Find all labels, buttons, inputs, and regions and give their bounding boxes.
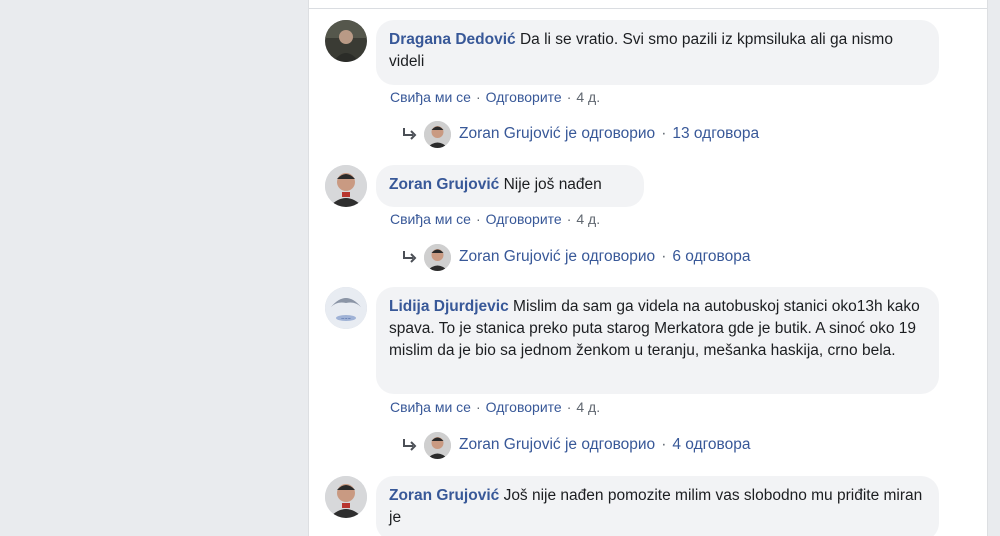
- comment-text: Nije još nađen: [503, 176, 602, 193]
- comment-actions: Свиђа ми се · Одговорите · 4 д.: [390, 89, 601, 105]
- comments-panel: Dragana Dedović Da li se vratio. Svi smo…: [308, 0, 988, 536]
- view-replies[interactable]: Zoran Grujović je одговорио · 4 одговора: [400, 431, 750, 459]
- reply-author[interactable]: Zoran Grujović: [459, 436, 561, 454]
- reply-avatar: [424, 431, 451, 459]
- reply-link[interactable]: Одговорите: [486, 211, 562, 227]
- reply-arrow-icon: [400, 436, 418, 454]
- like-link[interactable]: Свиђа ми се: [390, 399, 471, 415]
- reply-count[interactable]: 13 одговора: [672, 125, 759, 143]
- avatar-zoran[interactable]: [325, 165, 367, 207]
- comment-actions: Свиђа ми се · Одговорите · 4 д.: [390, 399, 601, 415]
- avatar-dragana[interactable]: [325, 20, 367, 62]
- avatar-lidija[interactable]: ~~~: [325, 287, 367, 329]
- comment-author[interactable]: Zoran Grujović: [389, 176, 499, 193]
- comment-author[interactable]: Zoran Grujović: [389, 487, 499, 504]
- reply-arrow-icon: [400, 125, 418, 143]
- comment-author[interactable]: Dragana Dedović: [389, 31, 516, 48]
- comment-time[interactable]: 4 д.: [576, 211, 600, 227]
- comment-bubble: Zoran Grujović Još nije nađen pomozite m…: [376, 476, 939, 536]
- comment-bubble: Zoran Grujović Nije još nađen: [376, 165, 644, 207]
- comment-bubble: Dragana Dedović Da li se vratio. Svi smo…: [376, 20, 939, 85]
- comment-actions: Свиђа ми се · Одговорите · 4 д.: [390, 211, 601, 227]
- reply-arrow-icon: [400, 248, 418, 266]
- svg-text:~~~: ~~~: [341, 316, 351, 321]
- reply-avatar: [424, 243, 451, 271]
- reply-author[interactable]: Zoran Grujović: [459, 125, 561, 143]
- view-replies[interactable]: Zoran Grujović je одговорио · 6 одговора: [400, 243, 750, 271]
- comment-time[interactable]: 4 д.: [576, 89, 600, 105]
- reply-verb: je одговорио: [564, 125, 656, 142]
- avatar-zoran[interactable]: [325, 476, 367, 518]
- reply-link[interactable]: Одговорите: [486, 399, 562, 415]
- reply-count[interactable]: 4 одговора: [672, 436, 750, 454]
- like-link[interactable]: Свиђа ми се: [390, 89, 471, 105]
- reply-count[interactable]: 6 одговора: [672, 248, 750, 266]
- reply-avatar: [424, 120, 451, 148]
- comment-bubble: Lidija Djurdjevic Mislim da sam ga videl…: [376, 287, 939, 394]
- comment-author[interactable]: Lidija Djurdjevic: [389, 298, 509, 315]
- reply-verb: je одговорио: [564, 436, 656, 453]
- reply-author[interactable]: Zoran Grujović: [459, 248, 561, 266]
- like-link[interactable]: Свиђа ми се: [390, 211, 471, 227]
- reply-link[interactable]: Одговорите: [486, 89, 562, 105]
- comment-time[interactable]: 4 д.: [576, 399, 600, 415]
- divider: [309, 8, 987, 9]
- view-replies[interactable]: Zoran Grujović je одговорио · 13 одговора: [400, 120, 759, 148]
- reply-verb: je одговорио: [564, 248, 656, 265]
